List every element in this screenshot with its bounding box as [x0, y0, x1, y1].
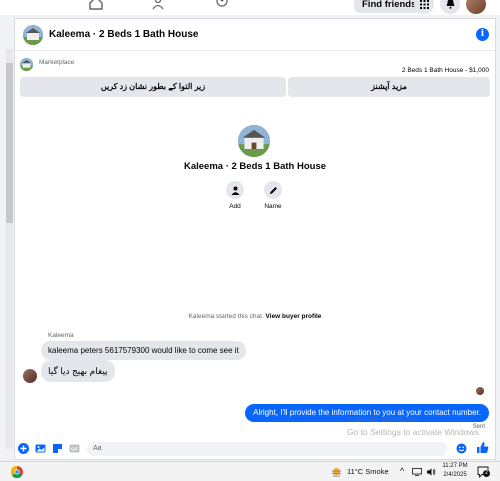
weather-text[interactable]: 11°C Smoke [347, 467, 389, 476]
friends-icon[interactable] [152, 0, 168, 10]
clock-time[interactable]: 11:27 PM [438, 463, 472, 469]
listing-thumbnail[interactable] [23, 25, 43, 45]
profile-avatar[interactable] [466, 0, 486, 14]
svg-text:GIF: GIF [71, 446, 79, 451]
home-icon[interactable] [88, 0, 104, 10]
info-icon[interactable]: i [476, 28, 489, 41]
clock-date[interactable]: 2/4/2025 [438, 472, 472, 478]
notification-count-badge: 2 [483, 470, 490, 477]
profile-title: Kaleema · 2 Beds 1 Bath House [183, 161, 327, 172]
message-input[interactable]: Aa [87, 442, 447, 456]
messenger-chat-window: Kaleema · 2 Beds 1 Bath House i Marketpl… [6, 18, 496, 460]
volume-icon[interactable] [426, 467, 436, 477]
more-options-button[interactable]: مزید آپشنز [288, 77, 490, 97]
chat-title[interactable]: Kaleema · 2 Beds 1 Bath House [49, 29, 199, 40]
incoming-message[interactable]: kaleema peters 5617579300 would like to … [41, 341, 246, 360]
plus-icon[interactable] [18, 443, 29, 454]
pencil-icon[interactable] [264, 181, 282, 199]
incoming-message[interactable]: پیغام بھیج دیا گیا [41, 360, 115, 382]
chrome-icon[interactable] [11, 466, 23, 478]
network-icon[interactable] [412, 468, 422, 476]
listing-price: 2 Beds 1 Bath House - $1,000 [401, 67, 489, 74]
photo-icon[interactable] [35, 443, 46, 454]
weather-icon[interactable] [330, 465, 343, 478]
mark-pending-button[interactable]: زیر التوا کے بطور نشان زد کریں [20, 77, 286, 97]
add-action[interactable]: Add [215, 181, 255, 210]
chat-started-notice: Kaleema started this chat. View buyer pr… [15, 313, 495, 320]
message-composer: GIF Aa [15, 439, 495, 459]
windows-taskbar: 11°C Smoke ^ 11:27 PM 2/4/2025 2 [0, 461, 500, 481]
add-person-icon[interactable] [226, 181, 244, 199]
sender-avatar[interactable] [23, 369, 37, 383]
screen: Find friends Kaleema · 2 Beds 1 Bath Hou… [0, 0, 500, 481]
scrollbar-thumb[interactable] [6, 63, 13, 223]
groups-icon[interactable] [214, 0, 230, 10]
chevron-up-icon[interactable]: ^ [400, 466, 404, 476]
emoji-icon[interactable] [456, 443, 467, 454]
menu-grid-icon[interactable] [414, 0, 434, 14]
notification-center-icon[interactable]: 2 [477, 465, 490, 479]
profile-listing-image[interactable] [238, 125, 270, 157]
marketplace-banner: Marketplace 2 Beds 1 Bath House - $1,000… [15, 52, 495, 106]
activate-windows-title: Activate Windows [347, 414, 419, 424]
thumbs-up-icon[interactable] [476, 441, 489, 454]
marketplace-label: Marketplace [39, 59, 75, 66]
sticker-icon[interactable] [52, 443, 63, 454]
marketplace-thumbnail [20, 58, 33, 71]
read-receipt-avatar [476, 387, 484, 395]
add-label: Add [229, 203, 241, 210]
chat-header: Kaleema · 2 Beds 1 Bath House i [15, 19, 495, 51]
activate-windows-subtitle: Go to Settings to activate Windows. [347, 427, 482, 437]
facebook-top-bar: Find friends [0, 0, 500, 15]
name-action[interactable]: Name [253, 181, 293, 210]
chat-started-text: Kaleema started this chat. [188, 313, 264, 320]
view-buyer-profile-link[interactable]: View buyer profile [266, 313, 322, 320]
gif-icon[interactable]: GIF [69, 443, 80, 454]
name-label: Name [264, 203, 282, 210]
sender-name: Kaleema [48, 332, 74, 339]
notifications-bell-icon[interactable] [440, 0, 460, 14]
